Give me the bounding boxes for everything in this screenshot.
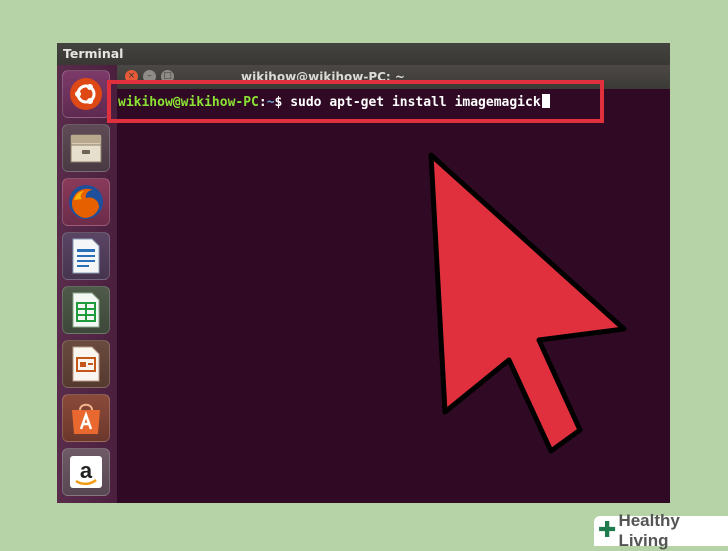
healthy-living-logo-icon: ✚ xyxy=(598,518,617,543)
pointer-arrow-icon xyxy=(428,152,627,454)
brand-name: Healthy Living xyxy=(618,511,680,550)
brand-watermark: ✚ Healthy Living xyxy=(594,511,728,550)
